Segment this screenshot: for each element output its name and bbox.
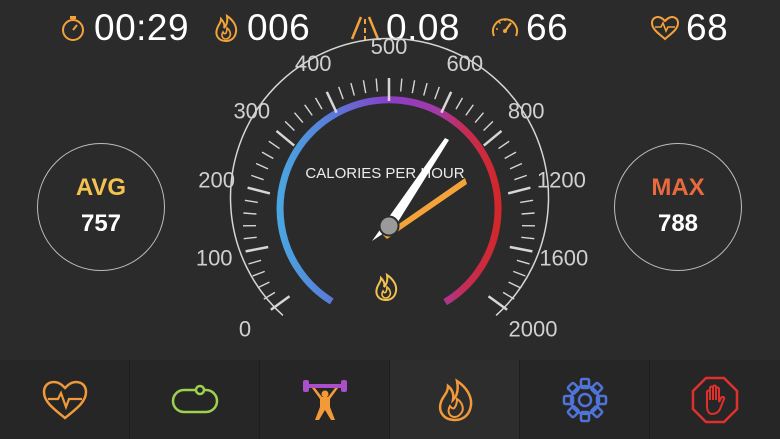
gauge-tick-label: 400 [295,51,332,76]
gauge-minor-tick [521,236,535,240]
needle-hub [378,215,400,237]
gauge-minor-tick [504,151,517,160]
gauge-minor-tick [350,82,355,96]
gauge-tick-label: 2000 [509,317,558,342]
gauge-tick-label: 600 [446,51,483,76]
gauge-minor-tick [338,86,344,100]
heart-rate-icon [42,380,87,420]
gauge-major-tick [483,129,503,147]
gauge-minor-tick [455,97,464,110]
gauge-minor-tick [244,199,258,204]
gauge-minor-tick [255,162,269,170]
bottom-navigation [0,360,780,439]
gauge-major-tick [509,245,533,253]
gauge-minor-tick [400,78,403,92]
gauge-major-tick [270,295,291,311]
gauge-tick-marks [242,78,536,311]
gauge-minor-tick [513,270,526,277]
gauge-tick-label: 200 [198,168,235,193]
gauge-minor-tick [483,120,494,132]
gauge-title: CALORIES PER HOUR [305,165,464,182]
gauge-tick-label: 1200 [537,168,586,193]
gauge-minor-tick [314,97,323,110]
gear-icon [562,377,607,422]
gauge-minor-tick [243,212,257,215]
flame-icon [438,377,472,421]
track-icon [171,384,218,413]
gauge-minor-tick [304,104,313,116]
weightlifter-icon [302,379,347,420]
gauge-tick-label: 300 [233,99,270,124]
gauge-tick-label: 0 [239,317,251,342]
nav-weightlifting-button[interactable] [260,360,390,439]
gauge-minor-tick [263,291,276,300]
gauge-major-tick [275,129,295,147]
nav-calories-button[interactable] [390,360,520,439]
gauge-minor-tick [411,80,416,94]
gauge-minor-tick [465,104,474,116]
gauge-color-arc [276,96,502,306]
gauge-major-tick [487,295,508,311]
gauge-minor-tick [521,212,535,215]
gauge-minor-tick [434,86,440,100]
gauge-minor-tick [362,80,367,94]
gauge-minor-tick [498,140,510,150]
gauge-tick-label: 100 [196,245,233,270]
gauge-minor-tick [252,270,265,277]
gauge-tick-label: 800 [508,99,545,124]
nav-heart-rate-button[interactable] [0,360,130,439]
gauge-flame-icon [375,272,398,302]
gauge-minor-tick [243,236,257,240]
gauge-major-tick [247,186,271,195]
gauge-minor-tick [268,140,280,150]
gauge-minor-tick [248,259,262,265]
gauge-major-tick [325,91,338,114]
gauge-minor-tick [257,281,270,289]
gauge-tick-label: 1600 [539,245,588,270]
stop-hand-icon [691,376,739,423]
gauge-minor-tick [261,151,274,160]
gauge-minor-tick [502,291,515,300]
gauge-minor-tick [514,174,527,181]
gauge-minor-tick [474,112,485,124]
gauge-minor-tick [520,199,534,204]
gauge-minor-tick [293,112,304,124]
gauge-minor-tick [508,281,521,289]
gauge-minor-tick [251,174,264,181]
nav-track-button[interactable] [130,360,260,439]
gauge-major-tick [440,91,453,114]
gauge-tick-label: 500 [371,34,408,59]
calories-per-hour-gauge: 0 100 200 300 400 500 600 800 1200 1600 2000 CALOR… [196,34,588,342]
gauge-minor-tick [423,82,428,96]
nav-stop-button[interactable] [650,360,780,439]
gauge-minor-tick [375,78,378,92]
gauge-major-tick [507,186,531,195]
nav-settings-button[interactable] [520,360,650,439]
gauge-minor-tick [516,259,530,265]
gauge-minor-tick [284,120,295,132]
gauge-major-tick [245,245,269,253]
gauge-minor-tick [509,162,523,170]
